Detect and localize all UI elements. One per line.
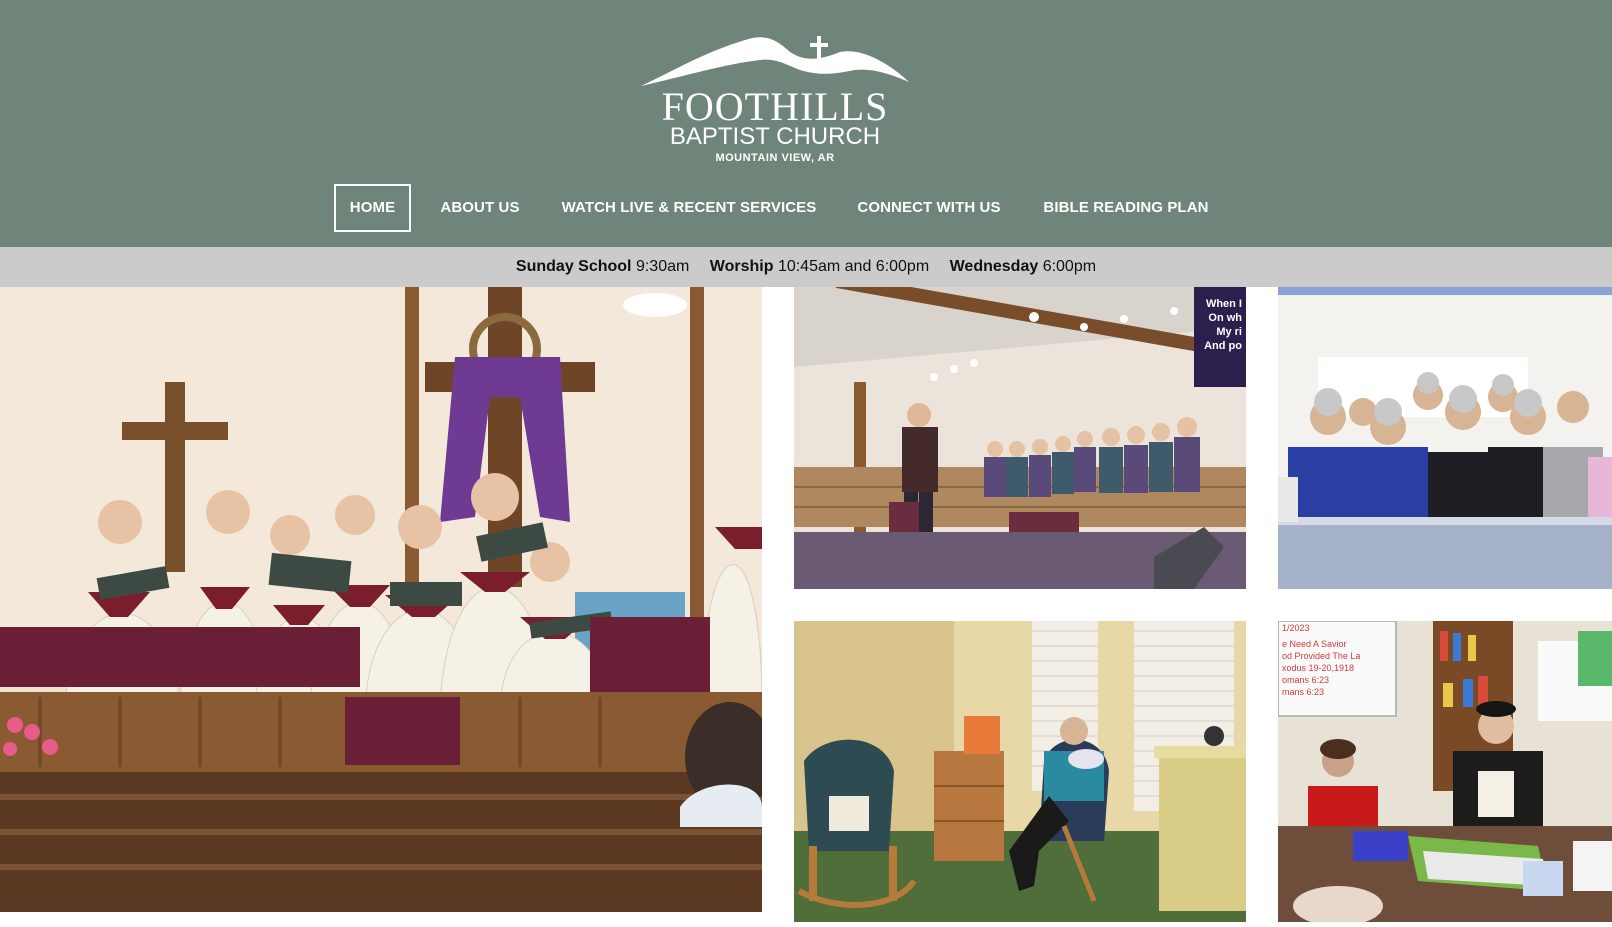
- schedule-item-wednesday: Wednesday 6:00pm: [950, 247, 1096, 287]
- whiteboard-line: od Provided The La: [1282, 651, 1360, 661]
- schedule-day: Worship: [709, 258, 774, 275]
- schedule-time: 9:30am: [635, 258, 690, 275]
- nursery-image: [794, 621, 1246, 922]
- nav-item-bible-reading-plan[interactable]: BIBLE READING PLAN: [1038, 184, 1214, 232]
- schedule-day: Sunday School: [515, 258, 632, 275]
- site-header: FOOTHILLS BAPTIST CHURCH MOUNTAIN VIEW, …: [0, 0, 1612, 247]
- whiteboard-line: 1/2023: [1282, 623, 1310, 633]
- choir-image: [0, 287, 762, 912]
- service-schedule-bar: Sunday School 9:30am Worship 10:45am and…: [0, 247, 1612, 287]
- photo-womens-group[interactable]: [1278, 287, 1612, 589]
- church-logo[interactable]: FOOTHILLS BAPTIST CHURCH MOUNTAIN VIEW, …: [635, 30, 915, 165]
- screen-lyric-line: And po: [1204, 340, 1242, 352]
- classroom-image: 1/2023 e Need A Savior od Provided The L…: [1278, 621, 1612, 922]
- nav-item-about-us[interactable]: ABOUT US: [430, 184, 530, 232]
- nav-item-home[interactable]: HOME: [334, 184, 411, 232]
- sanctuary-image: When I On wh My ri And po: [794, 287, 1246, 589]
- worship-screen: When I On wh My ri And po: [1194, 287, 1246, 387]
- logo-subtitle: BAPTIST CHURCH: [670, 123, 880, 150]
- main-nav: HOME ABOUT US WATCH LIVE & RECENT SERVIC…: [0, 184, 1612, 232]
- womens-group-image: [1278, 287, 1612, 589]
- screen-lyric-line: My ri: [1216, 326, 1242, 338]
- schedule-item-worship: Worship 10:45am and 6:00pm: [710, 247, 929, 287]
- whiteboard-line: xodus 19-20,1918: [1282, 663, 1354, 673]
- schedule-time: 6:00pm: [1042, 258, 1097, 275]
- screen-lyric-line: When I: [1206, 298, 1242, 310]
- photo-choir[interactable]: [0, 287, 762, 912]
- schedule-time: 10:45am and 6:00pm: [777, 258, 930, 275]
- nav-item-connect[interactable]: CONNECT WITH US: [850, 184, 1008, 232]
- whiteboard-line: omans 6:23: [1282, 675, 1329, 685]
- schedule-item-sunday-school: Sunday School 9:30am: [516, 247, 689, 287]
- schedule-day: Wednesday: [949, 258, 1039, 275]
- screen-lyric-line: On wh: [1208, 312, 1242, 324]
- service-schedule: Sunday School 9:30am Worship 10:45am and…: [0, 247, 1612, 287]
- mountain-cross-icon: FOOTHILLS BAPTIST CHURCH MOUNTAIN VIEW, …: [641, 36, 909, 164]
- photo-classroom[interactable]: 1/2023 e Need A Savior od Provided The L…: [1278, 621, 1612, 922]
- photo-nursery[interactable]: [794, 621, 1246, 922]
- whiteboard-line: e Need A Savior: [1282, 639, 1347, 649]
- nav-item-watch-live[interactable]: WATCH LIVE & RECENT SERVICES: [557, 184, 821, 232]
- logo-location: MOUNTAIN VIEW, AR: [715, 152, 834, 164]
- photo-sanctuary[interactable]: When I On wh My ri And po: [794, 287, 1246, 589]
- whiteboard-line: mans 6:23: [1282, 687, 1324, 697]
